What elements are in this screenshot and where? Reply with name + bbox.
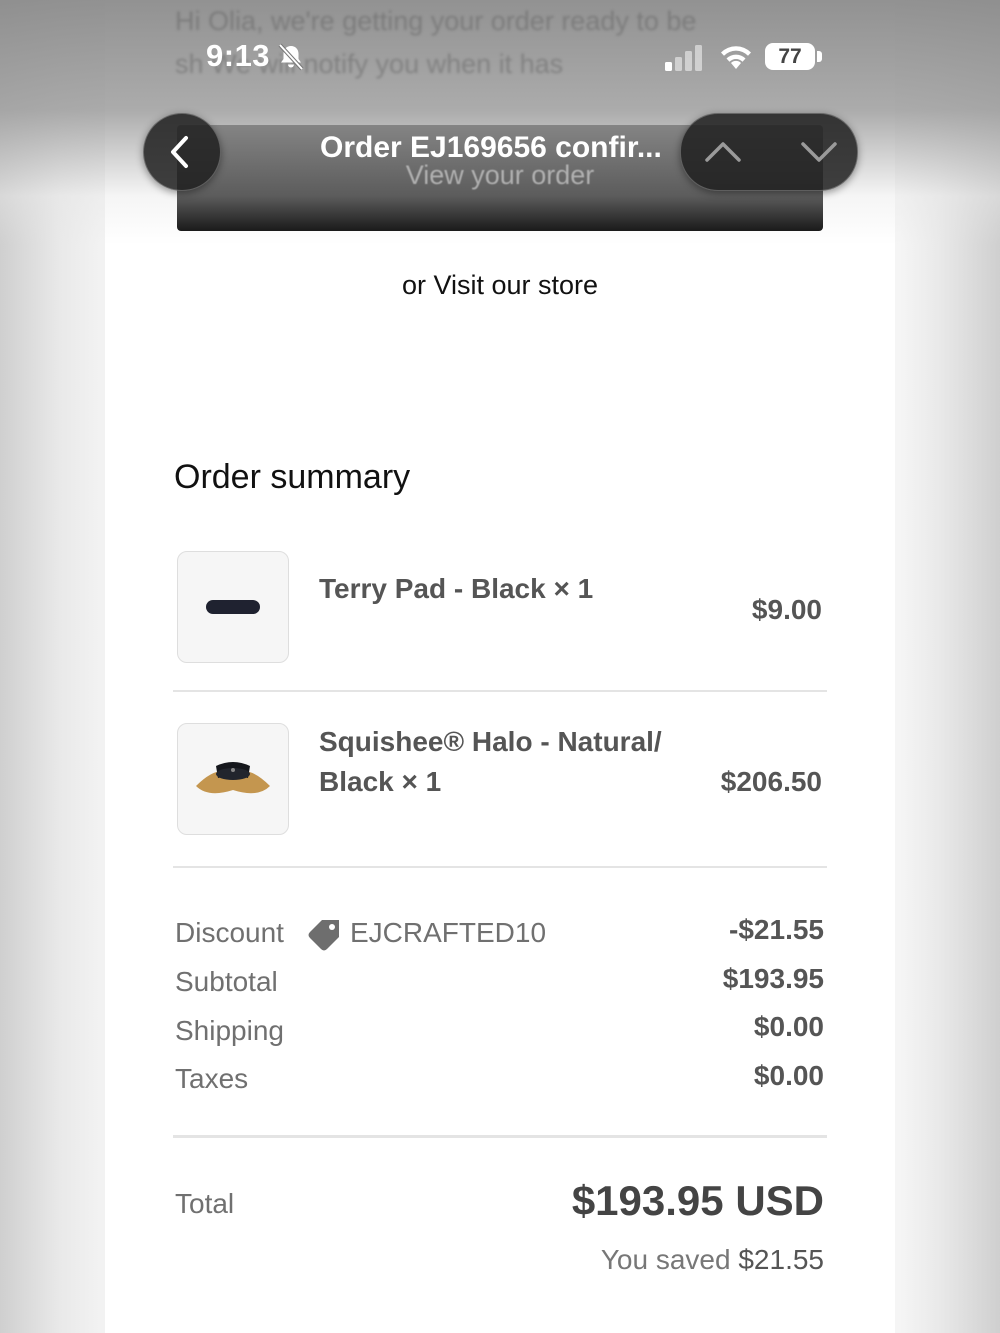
divider bbox=[173, 1135, 827, 1138]
savings-prefix: You saved bbox=[600, 1244, 731, 1275]
chevron-up-icon[interactable] bbox=[703, 138, 743, 166]
chevron-down-icon[interactable] bbox=[799, 138, 839, 166]
email-subject-title: Order EJ169656 confir... bbox=[320, 131, 662, 164]
item-name-line: Squishee® Halo - Natural/ bbox=[319, 726, 662, 757]
item-name-halo: Squishee® Halo - Natural/ Black × 1 bbox=[319, 722, 662, 802]
total-label: Total bbox=[175, 1188, 235, 1219]
status-time: 9:13 bbox=[206, 38, 271, 73]
item-price-halo: $206.50 bbox=[720, 766, 822, 797]
divider bbox=[173, 690, 827, 692]
product-thumbnail-halo bbox=[177, 723, 289, 835]
visit-store-link[interactable]: or Visit our store bbox=[105, 270, 895, 301]
email-line: Hi Olia, we're getting your order ready … bbox=[175, 6, 697, 36]
bell-off-icon bbox=[278, 43, 304, 71]
battery-indicator: 77 bbox=[765, 43, 815, 70]
product-thumbnail-terry-pad bbox=[177, 551, 289, 663]
terry-pad-image bbox=[206, 600, 260, 614]
divider bbox=[173, 866, 827, 868]
order-summary-title: Order summary bbox=[174, 458, 411, 496]
discount-label: Discount bbox=[175, 917, 284, 948]
subtotal-value: $193.95 bbox=[722, 963, 824, 994]
cellular-signal-icon bbox=[665, 45, 702, 71]
battery-tip bbox=[817, 51, 822, 62]
wifi-icon bbox=[721, 46, 751, 69]
halo-visor-image bbox=[196, 762, 270, 794]
chevron-left-icon bbox=[171, 136, 188, 168]
shipping-value: $0.00 bbox=[753, 1011, 824, 1042]
total-value: $193.95 USD bbox=[571, 1177, 824, 1224]
taxes-label: Taxes bbox=[175, 1063, 249, 1094]
discount-value: -$21.55 bbox=[729, 914, 824, 945]
savings-amount: $21.55 bbox=[738, 1244, 824, 1275]
item-price-terry-pad: $9.00 bbox=[751, 594, 822, 625]
item-name-terry-pad: Terry Pad - Black × 1 bbox=[319, 573, 594, 604]
back-button[interactable] bbox=[143, 113, 221, 191]
savings-text: You saved $21.55 bbox=[601, 1244, 824, 1276]
subtotal-label: Subtotal bbox=[175, 966, 278, 997]
discount-code: EJCRAFTED10 bbox=[350, 917, 547, 948]
tag-icon bbox=[308, 920, 339, 951]
shipping-label: Shipping bbox=[175, 1015, 284, 1046]
message-navigation-control bbox=[680, 113, 858, 191]
taxes-value: $0.00 bbox=[753, 1060, 824, 1091]
item-name-line: Black × 1 bbox=[319, 766, 442, 797]
